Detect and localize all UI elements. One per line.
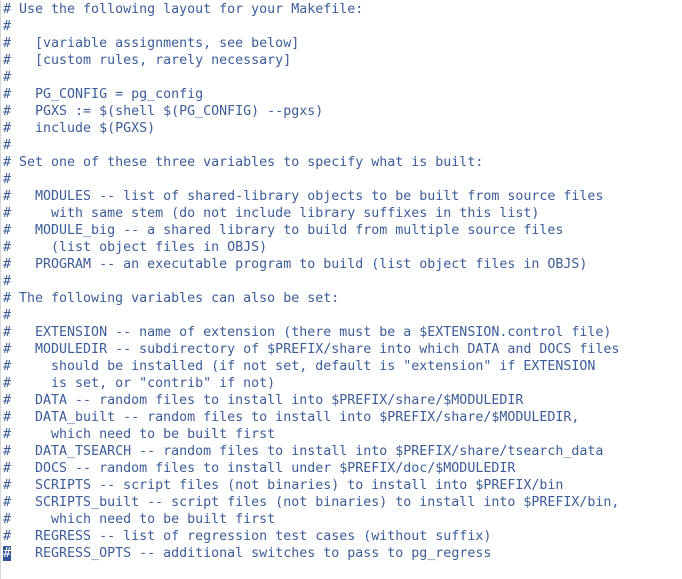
editor-line-current[interactable]: # REGRESS_OPTS -- additional switches to…	[3, 545, 619, 562]
editor-line[interactable]: # with same stem (do not include library…	[3, 205, 619, 222]
editor-line[interactable]: # EXTENSION -- name of extension (there …	[3, 324, 619, 341]
editor-line[interactable]: # MODULE_big -- a shared library to buil…	[3, 222, 619, 239]
editor-line[interactable]: # DATA -- random files to install into $…	[3, 392, 619, 409]
editor-line[interactable]: # SCRIPTS -- script files (not binaries)…	[3, 477, 619, 494]
editor-line[interactable]: # Set one of these three variables to sp…	[3, 154, 619, 171]
text-cursor: #	[3, 546, 12, 561]
editor-line[interactable]: # should be installed (if not set, defau…	[3, 358, 619, 375]
editor-line[interactable]: # PGXS := $(shell $(PG_CONFIG) --pgxs)	[3, 103, 619, 120]
editor-line[interactable]: # PROGRAM -- an executable program to bu…	[3, 256, 619, 273]
editor-line[interactable]: # [variable assignments, see below]	[3, 35, 619, 52]
text-editor[interactable]: # Use the following layout for your Make…	[3, 1, 619, 562]
editor-line[interactable]: #	[3, 273, 619, 290]
editor-line[interactable]: # MODULES -- list of shared-library obje…	[3, 188, 619, 205]
editor-line[interactable]: # include $(PGXS)	[3, 120, 619, 137]
editor-line[interactable]: # DATA_TSEARCH -- random files to instal…	[3, 443, 619, 460]
editor-line[interactable]: # which need to be built first	[3, 511, 619, 528]
editor-line[interactable]: # PG_CONFIG = pg_config	[3, 86, 619, 103]
editor-line[interactable]: # REGRESS -- list of regression test cas…	[3, 528, 619, 545]
editor-line[interactable]: #	[3, 69, 619, 86]
editor-line[interactable]: #	[3, 18, 619, 35]
editor-line[interactable]: # DOCS -- random files to install under …	[3, 460, 619, 477]
editor-line[interactable]: #	[3, 137, 619, 154]
editor-line[interactable]: # SCRIPTS_built -- script files (not bin…	[3, 494, 619, 511]
line-text: REGRESS_OPTS -- additional switches to p…	[11, 546, 492, 561]
editor-line[interactable]: # Use the following layout for your Make…	[3, 1, 619, 18]
editor-line[interactable]: # is set, or "contrib" if not)	[3, 375, 619, 392]
editor-line[interactable]: # which need to be built first	[3, 426, 619, 443]
editor-line[interactable]: # MODULEDIR -- subdirectory of $PREFIX/s…	[3, 341, 619, 358]
editor-line[interactable]: # [custom rules, rarely necessary]	[3, 52, 619, 69]
editor-line[interactable]: #	[3, 307, 619, 324]
editor-line[interactable]: #	[3, 171, 619, 188]
editor-line[interactable]: # DATA_built -- random files to install …	[3, 409, 619, 426]
editor-left-border	[0, 0, 1, 579]
editor-line[interactable]: # (list object files in OBJS)	[3, 239, 619, 256]
editor-line[interactable]: # The following variables can also be se…	[3, 290, 619, 307]
